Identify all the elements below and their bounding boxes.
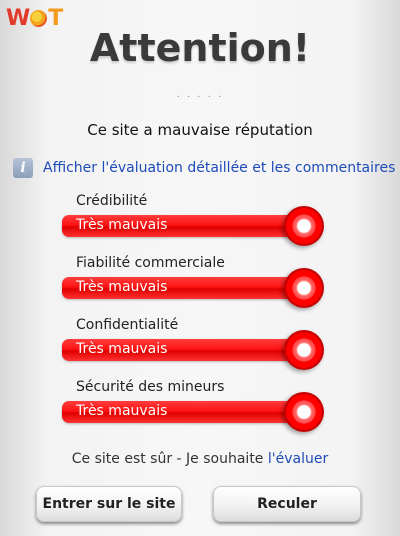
rating-label: Confidentialité [76,317,179,333]
safe-site-line: Ce site est sûr - Je souhaite l'évaluer [0,451,400,467]
reputation-subtitle: Ce site a mauvaise réputation [87,121,313,139]
rating-privacy: Confidentialité Très mauvais [62,317,330,370]
enter-site-button[interactable]: Entrer sur le site [36,486,182,522]
rating-value: Très mauvais [76,341,168,357]
rating-bar: Très mauvais [62,330,324,370]
go-back-button[interactable]: Reculer [213,486,361,522]
logo-circle-icon [30,10,48,27]
divider-dots: · · · · · [176,92,224,103]
rating-bar: Très mauvais [62,392,324,432]
rating-bar: Très mauvais [62,268,324,308]
rating-value: Très mauvais [76,279,168,295]
show-details-link[interactable]: Afficher l'évaluation détaillée et les c… [43,160,395,176]
rating-credibility: Crédibilité Très mauvais [62,193,330,246]
details-row: i Afficher l'évaluation détaillée et les… [13,158,395,178]
rating-bar: Très mauvais [62,206,324,246]
rating-donut-icon [284,206,324,246]
rating-donut-icon [284,330,324,370]
rating-business: Fiabilité commerciale Très mauvais [62,255,330,308]
rate-site-link[interactable]: l'évaluer [268,451,328,467]
info-icon: i [13,158,33,178]
rating-label: Crédibilité [76,193,148,209]
rating-donut-icon [284,392,324,432]
rating-donut-icon [284,268,324,308]
safe-site-text: Ce site est sûr - Je souhaite [71,451,268,467]
rating-value: Très mauvais [76,217,168,233]
rating-label: Sécurité des mineurs [76,379,225,395]
rating-child-safety: Sécurité des mineurs Très mauvais [62,379,330,432]
rating-value: Très mauvais [76,403,168,419]
page-title: Attention! [89,26,311,70]
rating-label: Fiabilité commerciale [76,255,225,271]
